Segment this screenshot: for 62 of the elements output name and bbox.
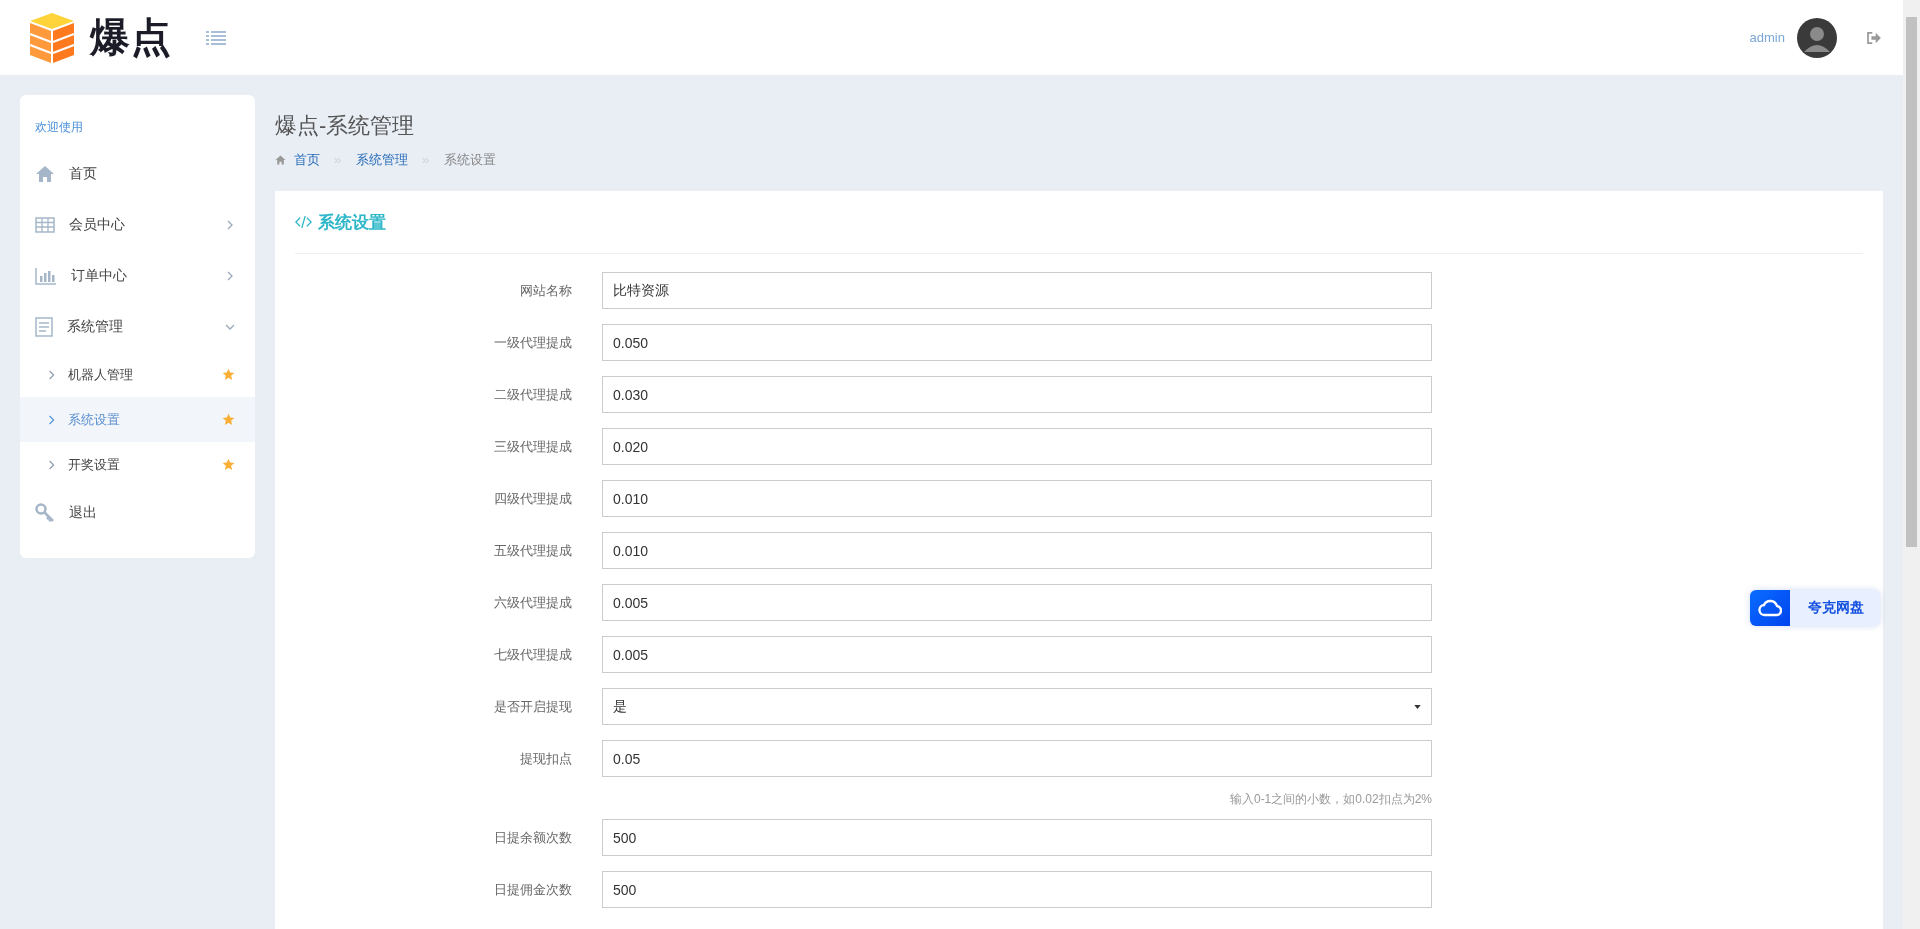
- text-input[interactable]: 0.010: [602, 532, 1432, 569]
- table-icon: [35, 216, 55, 233]
- text-input[interactable]: 500: [602, 819, 1432, 856]
- cloud-icon: [1758, 598, 1782, 618]
- sidebar-subitem[interactable]: 开奖设置: [20, 442, 255, 487]
- breadcrumb-current: 系统设置: [444, 151, 496, 169]
- breadcrumb-link[interactable]: 首页: [294, 151, 320, 169]
- sidebar-heading: 欢迎使用: [34, 119, 84, 136]
- sidebar-item[interactable]: 退出: [20, 487, 255, 538]
- document-icon: [35, 316, 53, 337]
- star-icon: [222, 458, 235, 471]
- sidebar-item[interactable]: 订单中心: [20, 250, 255, 301]
- cloud-drive-button[interactable]: 夸克网盘: [1750, 590, 1880, 626]
- field-label: 三级代理提成: [493, 438, 573, 456]
- dropdown-select[interactable]: 是: [602, 688, 1432, 725]
- field-label: 七级代理提成: [493, 646, 573, 664]
- home-icon: [35, 164, 55, 183]
- text-input[interactable]: 0.010: [602, 480, 1432, 517]
- logout-icon[interactable]: [1867, 31, 1881, 44]
- logo-text: 爆点: [90, 14, 172, 61]
- home-icon: [275, 155, 286, 165]
- caret-icon: [1414, 704, 1421, 709]
- chevron-right-icon: [48, 368, 56, 381]
- text-input[interactable]: 0.005: [602, 636, 1432, 673]
- text-input[interactable]: 0.05: [602, 740, 1432, 777]
- code-icon: [295, 215, 312, 229]
- field-label: 日提余额次数: [493, 829, 573, 847]
- page-title: 爆点-系统管理: [275, 112, 416, 140]
- help-text: 输入0-1之间的小数，如0.02扣点为2%: [1228, 791, 1432, 808]
- sidebar-item[interactable]: 首页: [20, 148, 255, 199]
- field-label: 四级代理提成: [493, 490, 573, 508]
- star-icon: [222, 413, 235, 426]
- text-input[interactable]: 比特资源: [602, 272, 1432, 309]
- scrollbar[interactable]: [1903, 0, 1920, 929]
- field-label: 是否开启提现: [493, 698, 573, 716]
- double-chevron-icon: [334, 156, 342, 164]
- card-title: 系统设置: [318, 211, 386, 234]
- text-input[interactable]: 0.050: [602, 324, 1432, 361]
- sidebar-item[interactable]: 系统管理: [20, 301, 255, 352]
- text-input[interactable]: 0.005: [602, 584, 1432, 621]
- double-chevron-icon: [422, 156, 430, 164]
- field-label: 日提佣金次数: [493, 881, 573, 899]
- field-label: 五级代理提成: [493, 542, 573, 560]
- text-input[interactable]: 500: [602, 871, 1432, 908]
- menu-icon[interactable]: [206, 29, 226, 46]
- chevron-right-icon: [48, 458, 56, 471]
- field-label: 网站名称: [519, 282, 573, 300]
- text-input[interactable]: 0.030: [602, 376, 1432, 413]
- field-label: 提现扣点: [519, 750, 573, 768]
- avatar-icon[interactable]: [1797, 17, 1837, 58]
- field-label: 二级代理提成: [493, 386, 573, 404]
- field-label: 一级代理提成: [493, 334, 573, 352]
- sidebar-subitem[interactable]: 机器人管理: [20, 352, 255, 397]
- star-icon: [222, 368, 235, 381]
- key-icon: [35, 502, 55, 523]
- bar-chart-icon: [35, 266, 57, 285]
- chevron-right-icon: [48, 413, 56, 426]
- breadcrumb-link[interactable]: 系统管理: [356, 151, 408, 169]
- text-input[interactable]: 0.020: [602, 428, 1432, 465]
- field-label: 六级代理提成: [493, 594, 573, 612]
- sidebar-item[interactable]: 会员中心: [20, 199, 255, 250]
- cube-logo-icon: [28, 10, 76, 65]
